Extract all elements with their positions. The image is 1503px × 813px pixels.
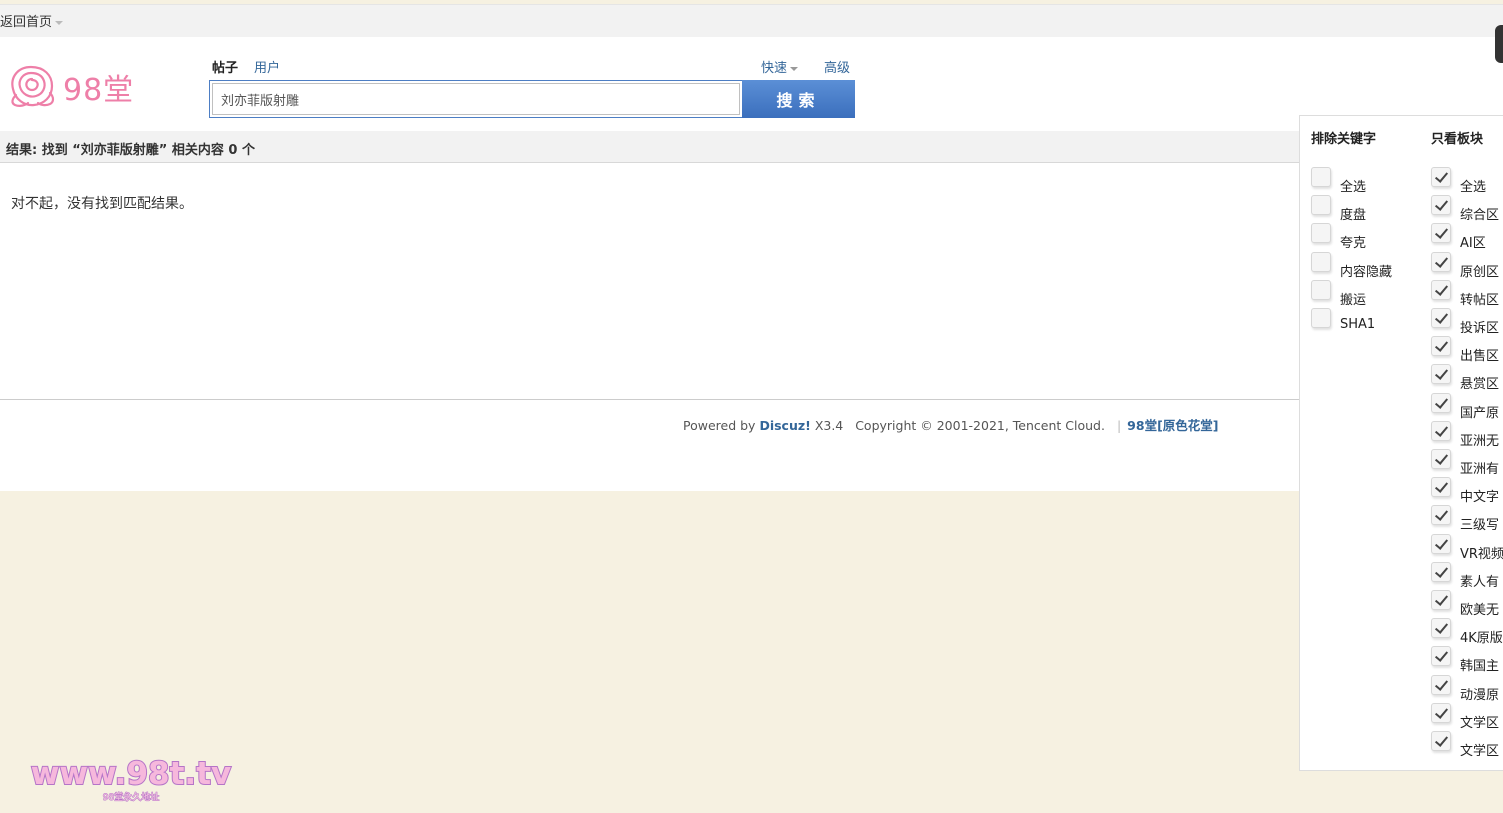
search-type-tabs: 帖子 用户 [212, 57, 296, 76]
checkbox-checked-icon[interactable] [1431, 561, 1451, 582]
site-watermark: www.98t.tv 98堂永久地址 [30, 755, 232, 804]
board-filter-option-label: 文学区 [1460, 744, 1500, 759]
checkbox-checked-icon[interactable] [1431, 364, 1451, 385]
main-page: 98堂 帖子 用户 快速 高级 搜索 结果: 找到 “刘亦菲版射雕” 相关内容 0… [0, 37, 1503, 491]
checkbox-checked-icon[interactable] [1431, 702, 1451, 723]
board-filter-option-label: 素人有 [1460, 574, 1500, 590]
board-filter-option-label: 欧美无 [1460, 603, 1500, 618]
board-filter-option-label: 国产原 [1460, 405, 1500, 421]
discuz-link[interactable]: Discuz! [759, 418, 810, 433]
board-filter-option-label: 中文字 [1460, 490, 1500, 506]
board-filter-option-label: VR视频 [1460, 546, 1503, 562]
back-home-label: 返回首页 [0, 15, 53, 30]
checkbox-checked-icon[interactable] [1431, 420, 1451, 441]
exclude-keyword-option-label: 度盘 [1340, 208, 1367, 224]
checkbox-checked-icon[interactable] [1431, 505, 1451, 526]
checkbox-checked-icon[interactable] [1431, 674, 1451, 695]
empty-result-message: 对不起，没有找到匹配结果。 [11, 196, 193, 212]
checkbox-checked-icon[interactable] [1431, 533, 1451, 554]
checkbox-checked-icon[interactable] [1431, 167, 1451, 187]
logo-text: 98堂 [63, 73, 135, 108]
checkbox-icon[interactable] [1311, 251, 1331, 272]
exclude-keyword-option-label: 搬运 [1340, 292, 1367, 308]
board-filter-option-label: 原创区 [1460, 264, 1500, 280]
checkbox-checked-icon[interactable] [1431, 195, 1451, 216]
exclude-keyword-option-label: SHA1 [1340, 317, 1376, 332]
checkbox-icon[interactable] [1311, 279, 1331, 300]
checkbox-checked-icon[interactable] [1431, 477, 1451, 498]
board-filter-option-label: 综合区 [1460, 208, 1500, 224]
board-filter-option-label: 文学区 [1460, 715, 1500, 731]
board-filter-option-label: AI区 [1460, 236, 1486, 252]
checkbox-icon[interactable] [1311, 167, 1331, 187]
top-bar: 返回首页 [0, 4, 1503, 37]
watermark-url: www.98t.tv [31, 756, 231, 792]
checkbox-icon[interactable] [1311, 308, 1331, 328]
board-filter-option-label: 全选 [1460, 180, 1487, 195]
search-form: 搜索 [209, 80, 855, 118]
quick-search-label: 快速 [761, 61, 788, 76]
footer: Powered by Discuz! X3.4 Copyright © 2001… [683, 415, 1219, 434]
checkbox-checked-icon[interactable] [1431, 618, 1451, 639]
exclude-keyword-option-label: 内容隐藏 [1340, 264, 1393, 280]
board-filter-option-label: 亚洲有 [1460, 462, 1500, 477]
checkbox-checked-icon[interactable] [1431, 223, 1451, 244]
advanced-search-link[interactable]: 高级 [824, 57, 850, 76]
board-filter-option-label: 悬赏区 [1460, 377, 1500, 393]
chevron-down-icon [55, 20, 64, 25]
site-name-link[interactable]: 98堂[原色花堂] [1127, 418, 1218, 433]
board-filter-option-label: 三级写 [1460, 518, 1500, 534]
result-summary: 结果: 找到 “刘亦菲版射雕” 相关内容 0 个 [6, 143, 255, 158]
exclude-keywords-title: 排除关键字 [1311, 132, 1377, 147]
exclude-keyword-option-label: 全选 [1340, 180, 1367, 195]
board-filter-option-label: 动漫原 [1460, 687, 1500, 703]
checkbox-checked-icon[interactable] [1431, 336, 1451, 357]
tab-users[interactable]: 用户 [254, 61, 280, 76]
back-home-link[interactable]: 返回首页 [0, 11, 64, 30]
checkbox-checked-icon[interactable] [1431, 646, 1451, 667]
board-filter-option-label: 亚洲无 [1460, 433, 1500, 449]
board-filter-option-label: 4K原版 [1460, 631, 1503, 647]
checkbox-icon[interactable] [1311, 195, 1331, 216]
board-filter-option-label: 投诉区 [1460, 321, 1500, 336]
result-summary-bar: 结果: 找到 “刘亦菲版射雕” 相关内容 0 个 [0, 131, 1299, 163]
checkbox-checked-icon[interactable] [1431, 449, 1451, 469]
powered-by-text: Powered by [683, 418, 756, 433]
exclude-keyword-option-label: 夸克 [1340, 236, 1367, 252]
checkbox-checked-icon[interactable] [1431, 279, 1451, 300]
board-filter-title: 只看板块 [1431, 132, 1484, 147]
watermark-caption: 98堂永久地址 [103, 791, 159, 803]
tab-posts[interactable]: 帖子 [212, 61, 238, 76]
chevron-down-icon [790, 66, 799, 71]
search-button[interactable]: 搜索 [742, 80, 855, 118]
checkbox-checked-icon[interactable] [1431, 251, 1451, 272]
board-filter-option-label: 转帖区 [1460, 292, 1500, 308]
copyright-text: Copyright © 2001-2021, Tencent Cloud. [855, 418, 1105, 433]
checkbox-icon[interactable] [1311, 223, 1331, 244]
side-scroll-handle[interactable] [1495, 25, 1503, 63]
board-filter-option-label: 韩国主 [1460, 659, 1500, 675]
filter-sidebar: 排除关键字 全选度盘夸克内容隐藏搬运 SHA1 只看板块 全选综合区 AI区原创区转… [1299, 115, 1503, 771]
quick-search-dropdown[interactable]: 快速 [761, 57, 799, 76]
checkbox-checked-icon[interactable] [1431, 308, 1451, 328]
checkbox-checked-icon[interactable] [1431, 731, 1451, 751]
board-filter-option-label: 出售区 [1460, 349, 1500, 365]
checkbox-checked-icon[interactable] [1431, 590, 1451, 610]
footer-divider [0, 399, 1299, 400]
search-input[interactable] [212, 83, 740, 115]
footer-separator: | [1116, 418, 1122, 433]
checkbox-checked-icon[interactable] [1431, 392, 1451, 413]
version-text: X3.4 [814, 418, 844, 433]
